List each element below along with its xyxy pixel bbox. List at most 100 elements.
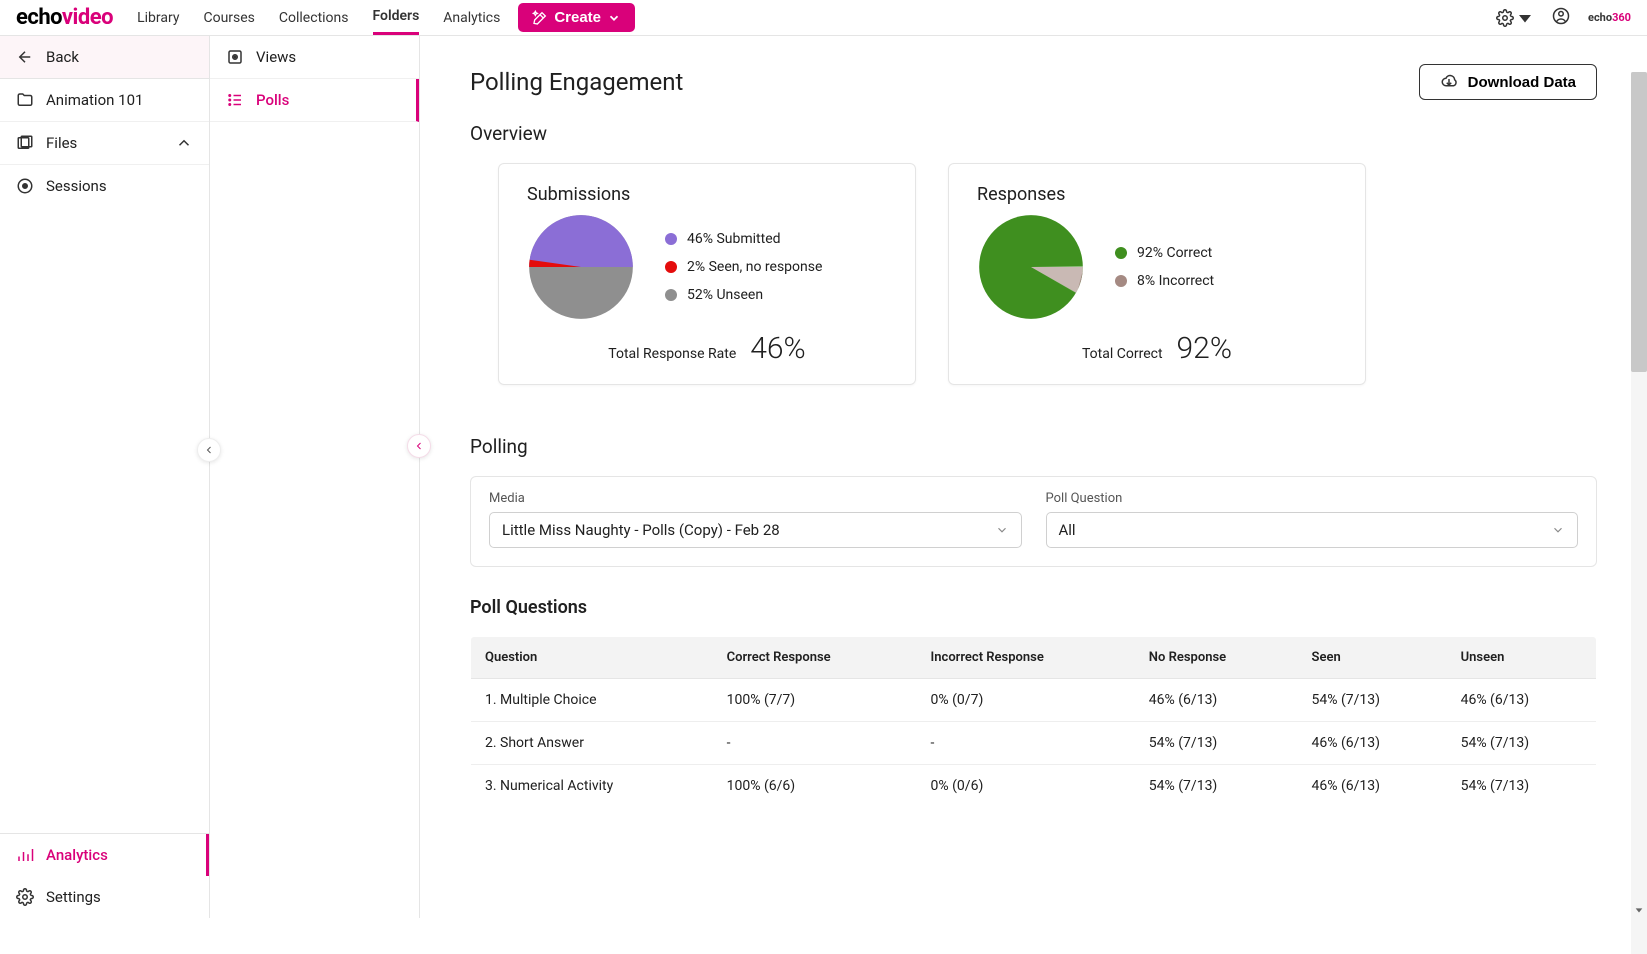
nav-library[interactable]: Library [137, 0, 179, 35]
table-header: Unseen [1447, 637, 1597, 679]
chevron-down-icon [607, 11, 621, 25]
sidebar-folder[interactable]: Animation 101 [0, 79, 209, 122]
sidebar-settings[interactable]: Settings [0, 876, 209, 918]
nav-collections[interactable]: Collections [279, 0, 349, 35]
chevron-left-icon [203, 444, 215, 456]
main-content: Polling Engagement Download Data Overvie… [420, 36, 1647, 918]
topnav: Library Courses Collections Folders Anal… [137, 0, 500, 35]
poll-questions-table: QuestionCorrect ResponseIncorrect Respon… [470, 636, 1597, 808]
create-button[interactable]: Create [518, 3, 635, 32]
table-cell: 1. Multiple Choice [471, 679, 713, 722]
polling-filter-box: Media Little Miss Naughty - Polls (Copy)… [470, 476, 1597, 567]
sidebar-sessions[interactable]: Sessions [0, 165, 209, 207]
user-avatar-icon[interactable] [1552, 7, 1570, 29]
scroll-thumb[interactable] [1631, 72, 1647, 372]
table-cell: 54% (7/13) [1447, 722, 1597, 765]
brand-b: 360 [1612, 11, 1631, 24]
views-icon [226, 48, 244, 66]
table-cell: 3. Numerical Activity [471, 765, 713, 808]
legend-label: 2% Seen, no response [687, 259, 822, 275]
collapse-sidebar2-button[interactable] [407, 434, 431, 458]
submissions-legend: 46% Submitted 2% Seen, no response 52% Uns… [665, 231, 822, 303]
sidebar-files[interactable]: Files [0, 122, 209, 165]
legend-dot [665, 261, 677, 273]
sidebar-analytics[interactable]: Analytics [0, 834, 209, 876]
table-cell: 46% (6/13) [1298, 722, 1447, 765]
settings-icon-topbar[interactable] [1496, 9, 1534, 27]
submissions-card: Submissions 46% Submitted 2% Seen, no res… [498, 163, 916, 385]
logo-video: video [62, 5, 113, 30]
nav-courses[interactable]: Courses [203, 0, 254, 35]
table-header: Incorrect Response [917, 637, 1135, 679]
submissions-total-value: 46% [750, 331, 805, 366]
overview-heading: Overview [470, 122, 1597, 145]
arrow-left-icon [16, 48, 34, 66]
legend-item: 8% Incorrect [1115, 273, 1214, 289]
table-cell: 54% (7/13) [1298, 679, 1447, 722]
legend-label: 46% Submitted [687, 231, 781, 247]
submissions-total-label: Total Response Rate [608, 346, 736, 362]
legend-item: 46% Submitted [665, 231, 822, 247]
wand-icon [532, 10, 548, 26]
question-select[interactable]: All [1046, 512, 1579, 548]
chevron-up-icon [175, 134, 193, 152]
sidebar-analytics-label: Analytics [46, 846, 108, 864]
sidebar-sessions-label: Sessions [46, 177, 107, 195]
table-cell: 100% (7/7) [713, 679, 917, 722]
table-header: Correct Response [713, 637, 917, 679]
table-header: Question [471, 637, 713, 679]
table-cell: 46% (6/13) [1298, 765, 1447, 808]
cloud-download-icon [1440, 73, 1458, 91]
sb2-polls-label: Polls [256, 91, 289, 109]
polls-icon [226, 91, 244, 109]
table-cell: - [713, 722, 917, 765]
logo[interactable]: echovideo [16, 5, 113, 30]
scroll-arrow-down[interactable] [1631, 902, 1647, 918]
folder-icon [16, 91, 34, 109]
legend-dot [1115, 247, 1127, 259]
media-select[interactable]: Little Miss Naughty - Polls (Copy) - Feb… [489, 512, 1022, 548]
submissions-card-title: Submissions [527, 184, 887, 205]
collapse-sidebar1-button[interactable] [197, 438, 221, 462]
legend-label: 92% Correct [1137, 245, 1212, 261]
legend-label: 52% Unseen [687, 287, 763, 303]
echo360-brand: echo360 [1588, 11, 1631, 24]
table-cell: - [917, 722, 1135, 765]
scrollbar[interactable] [1631, 72, 1647, 954]
sessions-icon [16, 177, 34, 195]
nav-folders[interactable]: Folders [373, 0, 420, 35]
download-data-button[interactable]: Download Data [1419, 64, 1597, 100]
table-cell: 54% (7/13) [1135, 722, 1298, 765]
logo-echo: echo [16, 5, 62, 30]
table-cell: 46% (6/13) [1135, 679, 1298, 722]
sidebar-files-label: Files [46, 134, 77, 152]
table-row: 3. Numerical Activity100% (6/6)0% (0/6)5… [471, 765, 1597, 808]
responses-total-value: 92% [1177, 331, 1232, 366]
table-cell: 0% (0/6) [917, 765, 1135, 808]
sidebar-folder-label: Animation 101 [46, 91, 143, 109]
table-row: 2. Short Answer--54% (7/13)46% (6/13)54%… [471, 722, 1597, 765]
question-select-value: All [1059, 521, 1076, 539]
nav-analytics[interactable]: Analytics [443, 0, 500, 35]
media-filter-label: Media [489, 491, 1022, 506]
gear-icon [16, 888, 34, 906]
question-filter-label: Poll Question [1046, 491, 1579, 506]
table-header: Seen [1298, 637, 1447, 679]
responses-legend: 92% Correct 8% Incorrect [1115, 245, 1214, 289]
table-cell: 2. Short Answer [471, 722, 713, 765]
legend-item: 2% Seen, no response [665, 259, 822, 275]
sb2-polls[interactable]: Polls [210, 79, 419, 122]
sidebar-secondary: Views Polls [210, 36, 420, 918]
polling-heading: Polling [470, 435, 1597, 458]
sb2-views[interactable]: Views [210, 36, 419, 79]
legend-dot [665, 289, 677, 301]
topbar: echovideo Library Courses Collections Fo… [0, 0, 1647, 36]
download-label: Download Data [1468, 74, 1576, 91]
brand-a: echo [1588, 11, 1612, 24]
create-button-label: Create [554, 9, 601, 26]
sidebar-back[interactable]: Back [0, 36, 209, 79]
legend-dot [665, 233, 677, 245]
chevron-down-icon [995, 523, 1009, 537]
table-cell: 46% (6/13) [1447, 679, 1597, 722]
table-cell: 54% (7/13) [1447, 765, 1597, 808]
